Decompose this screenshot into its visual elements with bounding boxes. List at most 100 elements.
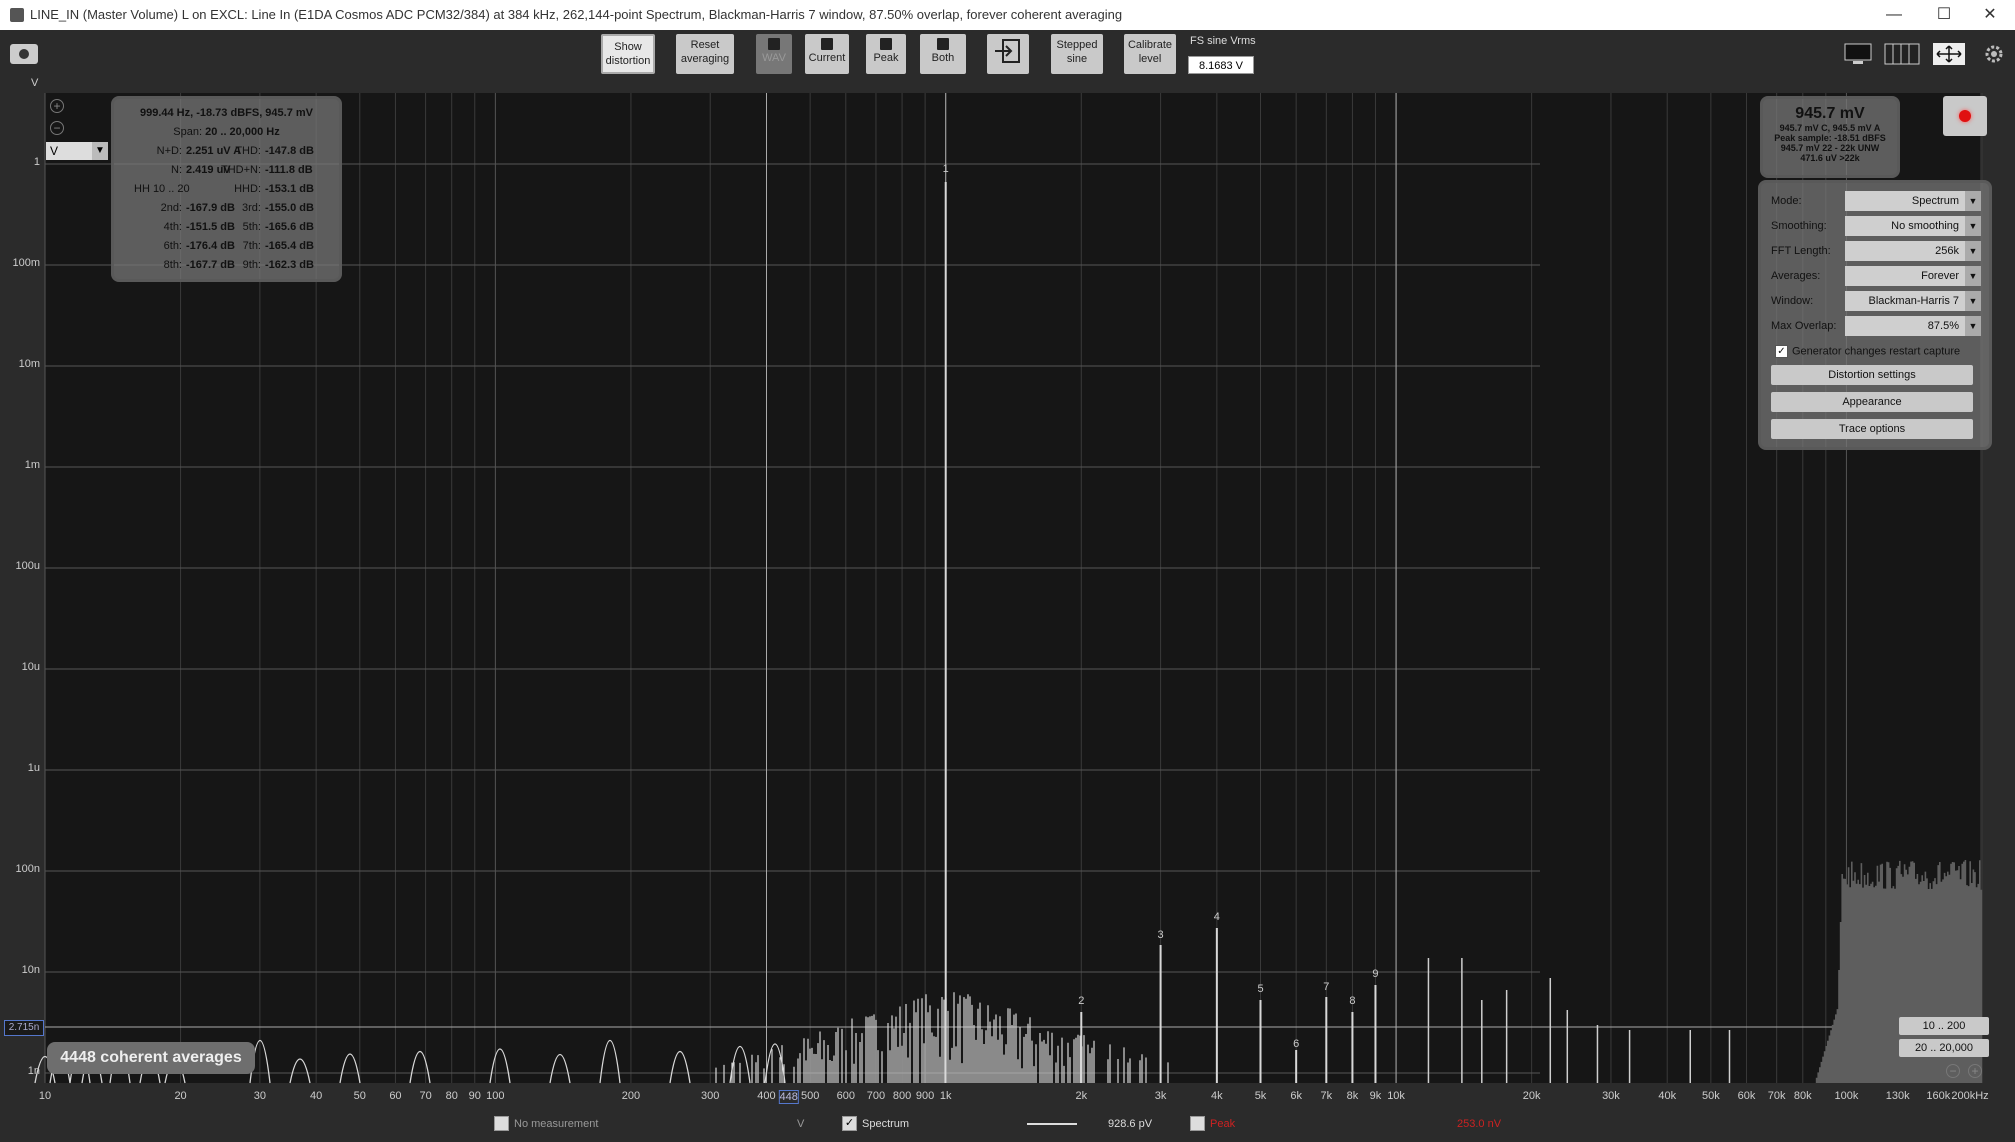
x-tick-label: 700	[866, 1090, 886, 1102]
distortion-label: N+D:	[156, 145, 182, 157]
x-tick-label: 160k	[1926, 1090, 1951, 1102]
x-tick-label: 6k	[1290, 1090, 1302, 1102]
x-tick-label: 50k	[1701, 1090, 1720, 1102]
chevron-down-icon[interactable]: ▼	[1965, 191, 1981, 211]
appearance-button[interactable]: Appearance	[1771, 392, 1973, 412]
setting-label: Max Overlap:	[1771, 320, 1837, 332]
harmonic-label: 2	[1078, 995, 1084, 1007]
x-tick-label: 400	[757, 1090, 776, 1102]
setting-dropdown[interactable]: Spectrum	[1845, 191, 1979, 211]
no-measurement-checkbox[interactable]	[494, 1116, 509, 1131]
y-tick-label: 100m	[12, 257, 40, 269]
x-tick-label: 40k	[1658, 1090, 1677, 1102]
setting-dropdown[interactable]: Forever	[1845, 266, 1979, 286]
x-tick-label: 10	[38, 1090, 52, 1102]
harmonic-label: 5	[1257, 983, 1263, 995]
chevron-down-icon[interactable]: ▼	[1965, 241, 1981, 261]
trace-options-button[interactable]: Trace options	[1771, 419, 1973, 439]
distortion-value: -147.8 dB	[265, 145, 314, 157]
distortion-value: -111.8 dB	[265, 164, 313, 176]
distortion-value: -165.6 dB	[265, 221, 314, 233]
distortion-label: 4th:	[163, 221, 182, 233]
x-tick-label: 80	[445, 1090, 458, 1102]
spectrum-hump	[549, 1053, 571, 1084]
distortion-label: THD:	[235, 145, 261, 157]
zoom-in-icon[interactable]: +	[1968, 1064, 1982, 1078]
chevron-down-icon: ▼	[92, 142, 108, 160]
setting-smoothing[interactable]: Smoothing: No smoothing ▼	[1769, 216, 1981, 236]
distortion-row: 8th: -167.7 dB 9th: -162.3 dB	[114, 259, 339, 277]
zoom-out-icon[interactable]: −	[1946, 1064, 1960, 1078]
chevron-down-icon[interactable]: ▼	[1965, 216, 1981, 236]
y-tick-label: 1m	[24, 459, 40, 471]
x-tick-label: 130k	[1885, 1090, 1910, 1102]
settings-panel: Mode: Spectrum ▼ Smoothing: No smoothing ▼ FFT…	[1758, 180, 1992, 450]
chevron-down-icon[interactable]: ▼	[1965, 266, 1981, 286]
peak-label: Peak	[1210, 1118, 1236, 1130]
y-tick-label: 10n	[21, 964, 40, 976]
y-tick-label: 1	[33, 156, 40, 168]
peak-checkbox[interactable]	[1190, 1116, 1205, 1131]
y-tick-label: 10m	[18, 358, 40, 370]
distortion-label: 5th:	[242, 221, 261, 233]
distortion-value: -167.9 dB	[186, 202, 235, 214]
distortion-label: N:	[171, 164, 182, 176]
distortion-value: -151.5 dB	[186, 221, 235, 233]
setting-label: Window:	[1771, 295, 1814, 307]
x-tick-label: 30	[253, 1090, 266, 1102]
harmonic-label: 8	[1349, 995, 1355, 1007]
zoom-out-icon[interactable]: −	[50, 121, 64, 135]
distortion-value: -165.4 dB	[265, 240, 314, 252]
harmonic-label: 3	[1158, 929, 1164, 941]
distortion-label: 3rd:	[242, 202, 261, 214]
span-value: 20 .. 20,000 Hz	[205, 126, 280, 138]
spectrum-checkbox[interactable]: ✓	[842, 1116, 857, 1131]
x-tick-label: 8k	[1346, 1090, 1359, 1102]
setting-dropdown[interactable]: Blackman-Harris 7	[1845, 291, 1979, 311]
setting-dropdown[interactable]: 87.5%	[1845, 316, 1979, 336]
restart-capture-label: Generator changes restart capture	[1792, 345, 1961, 358]
setting-averages[interactable]: Averages: Forever ▼	[1769, 266, 1981, 286]
setting-label: Smoothing:	[1771, 220, 1827, 232]
distortion-row: 2nd: -167.9 dB 3rd: -155.0 dB	[114, 202, 339, 220]
record-button[interactable]	[1943, 96, 1987, 136]
distortion-label: 9th:	[242, 259, 261, 271]
range-20-20000-button[interactable]: 20 .. 20,000	[1899, 1039, 1989, 1057]
x-tick-label: 70	[419, 1090, 432, 1102]
chevron-down-icon[interactable]: ▼	[1965, 316, 1981, 336]
x-tick-label: 30k	[1602, 1090, 1620, 1102]
setting-fftlength[interactable]: FFT Length: 256k ▼	[1769, 241, 1981, 261]
x-tick-label: 20	[174, 1090, 187, 1102]
setting-dropdown[interactable]: No smoothing	[1845, 216, 1979, 236]
setting-mode[interactable]: Mode: Spectrum ▼	[1769, 191, 1981, 211]
reference-level-marker[interactable]: 2.715n	[4, 1020, 44, 1036]
unit-select[interactable]: V ▼	[46, 142, 108, 160]
setting-maxoverlap[interactable]: Max Overlap: 87.5% ▼	[1769, 316, 1981, 336]
harmonic-label: 1	[943, 163, 949, 175]
x-tick-label: 5k	[1254, 1090, 1267, 1102]
span-label: Span:	[173, 126, 203, 138]
setting-window[interactable]: Window: Blackman-Harris 7 ▼	[1769, 291, 1981, 311]
no-measurement-label: No measurement	[514, 1118, 599, 1130]
setting-label: FFT Length:	[1771, 245, 1831, 257]
distortion-label: 2nd:	[160, 202, 182, 214]
restart-capture-checkbox[interactable]: ✓ Generator changes restart capture	[1775, 345, 1960, 358]
x-tick-label: 20k	[1522, 1090, 1541, 1102]
x-tick-label: 1k	[939, 1090, 952, 1102]
fundamental-readout: 999.44 Hz, -18.73 dBFS, 945.7 mV	[139, 107, 314, 119]
distortion-label: 6th:	[163, 240, 182, 252]
zoom-in-icon[interactable]: +	[50, 99, 64, 113]
distortion-settings-button[interactable]: Distortion settings	[1771, 365, 1973, 385]
x-tick-label: 200	[621, 1090, 641, 1102]
setting-dropdown[interactable]: 256k	[1845, 241, 1979, 261]
x-tick-label: 80k	[1793, 1090, 1812, 1102]
range-10-200-button[interactable]: 10 .. 200	[1899, 1017, 1989, 1035]
x-tick-label: 600	[836, 1090, 855, 1102]
y-tick-label: 1n	[27, 1065, 40, 1077]
spectrum-hump	[489, 1048, 511, 1084]
distortion-label: 7th:	[242, 240, 261, 252]
unit-select-value: V	[50, 144, 59, 158]
x-tick-label: 200kHz	[1951, 1090, 1989, 1102]
level-panel: 945.7 mV 945.7 mV C, 945.5 mV A Peak sam…	[1760, 96, 1900, 178]
chevron-down-icon[interactable]: ▼	[1965, 291, 1981, 311]
